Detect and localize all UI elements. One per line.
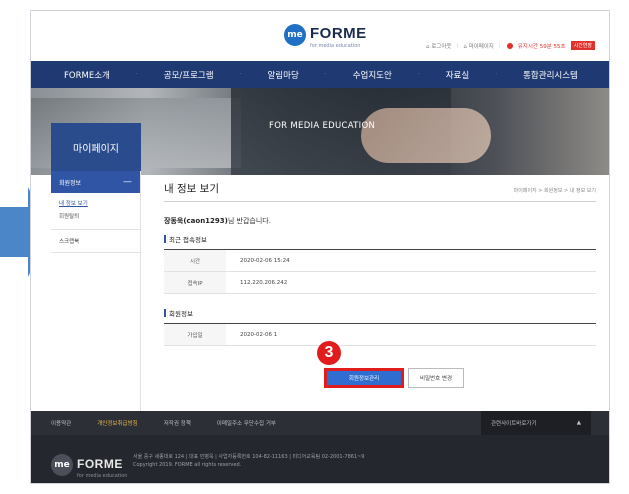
nav-item-admin[interactable]: 통합관리시스템 <box>523 69 578 81</box>
nav-item-notice[interactable]: 알림마당 <box>267 69 298 81</box>
site-header: me FORME for media education ⌂ 로그아웃 | ⌂ … <box>31 11 609 61</box>
table-cell: 2020-02-06 15:24 <box>240 257 290 264</box>
table-row: 접속IP 112.220.206.242 <box>164 272 596 294</box>
footer-links-bar: 이용약관 개인정보취급방침 저작권 정책 이메일주소 무단수집 거부 관련사이트… <box>31 411 609 435</box>
nav-item-lesson-plan[interactable]: 수업지도안 <box>353 69 392 81</box>
logout-link[interactable]: ⌂ 로그아웃 <box>426 42 451 50</box>
breadcrumb: 마이페이지 > 회원정보 > 내 정보 보기 <box>513 188 596 194</box>
page-title: 내 정보 보기 <box>164 183 219 195</box>
family-site-label: 관련사이트바로가기 <box>491 421 537 427</box>
logo-mark-icon: me <box>51 454 73 476</box>
footer: me FORME for media education 서울 중구 세종대로 … <box>31 435 609 483</box>
nav-separator: · <box>239 71 242 78</box>
main-nav: FORME소개 · 공모/프로그램 · 알림마당 · 수업지도안 · 자료실 ·… <box>31 61 609 88</box>
divider: | <box>456 42 459 49</box>
divider: | <box>498 42 501 49</box>
browser-page: me FORME for media education ⌂ 로그아웃 | ⌂ … <box>30 10 610 484</box>
change-password-button[interactable]: 비밀번호 변경 <box>408 368 464 388</box>
hero-title: FOR MEDIA EDUCATION <box>269 121 376 131</box>
button-row: 회원정보관리 비밀번호 변경 <box>324 368 464 388</box>
chevron-up-icon: ▲ <box>576 420 581 426</box>
nav-separator: · <box>135 71 138 78</box>
nav-separator: · <box>324 71 327 78</box>
sidebar: 회원정보 — 내 정보 보기 회원탈퇴 스크랩북 <box>51 171 141 411</box>
table-header-cell: 가입일 <box>164 324 226 345</box>
mypage-heading: 마이페이지 <box>51 123 141 171</box>
greeting-text: 장동욱(caon1293)님 반갑습니다. <box>164 216 271 226</box>
hero-image-hand <box>361 108 491 163</box>
nav-separator: · <box>495 71 498 78</box>
logo-subtitle: for media education <box>310 43 361 49</box>
sidebar-item-member-info[interactable]: 회원정보 — <box>51 171 140 193</box>
table-cell: 112.220.206.242 <box>240 279 288 286</box>
footer-address: 서울 중구 세종대로 124 | 대표 민병욱 | 사업자등록번호 104-82… <box>133 453 364 469</box>
table-header-cell: 접속IP <box>164 272 226 293</box>
table-cell: 2020-02-06 1 <box>240 331 278 338</box>
nav-item-resources[interactable]: 자료실 <box>446 69 469 81</box>
address-line: 서울 중구 세종대로 124 | 대표 민병욱 | 사업자등록번호 104-82… <box>133 454 365 460</box>
family-site-select[interactable]: 관련사이트바로가기 ▲ <box>481 411 591 435</box>
member-info-manage-button[interactable]: 회원정보관리 <box>324 368 404 388</box>
footer-link-privacy[interactable]: 개인정보취급방침 <box>97 419 137 427</box>
footer-logo: me FORME for media education <box>51 453 127 479</box>
user-name: 장동욱(caon1293) <box>164 217 228 225</box>
sidebar-head-label: 회원정보 <box>59 179 82 187</box>
member-info-table: 가입일 2020-02-06 1 <box>164 323 596 346</box>
site-logo[interactable]: me FORME for media education <box>284 23 367 49</box>
session-timer: 유지시간 59분 55초 <box>517 43 566 50</box>
logo-mark-icon: me <box>284 24 306 46</box>
table-row: 시간 2020-02-06 15:24 <box>164 250 596 272</box>
collapse-icon[interactable]: — <box>123 177 132 187</box>
nav-item-program[interactable]: 공모/프로그램 <box>164 69 214 81</box>
sidebar-item-scrapbook[interactable]: 스크랩북 <box>51 230 140 253</box>
logo-text: FORME <box>77 457 123 471</box>
section-title-member-info: 회원정보 <box>164 308 193 318</box>
recent-access-table: 시간 2020-02-06 15:24 접속IP 112.220.206.242 <box>164 249 596 294</box>
extend-session-button[interactable]: 시간연장 <box>570 41 595 50</box>
mypage-link[interactable]: ⌂ 마이페이지 <box>463 42 494 50</box>
sidebar-item-withdraw[interactable]: 회원탈퇴 <box>59 212 132 220</box>
logo-subtitle: for media education <box>77 473 128 479</box>
table-header-cell: 시간 <box>164 250 226 271</box>
divider <box>164 201 596 202</box>
section-title-recent-access: 최근 접속정보 <box>164 234 207 244</box>
nav-item-about[interactable]: FORME소개 <box>64 69 110 81</box>
footer-link-terms[interactable]: 이용약관 <box>51 419 71 427</box>
footer-link-email-policy[interactable]: 이메일주소 무단수집 거부 <box>217 419 276 427</box>
clock-icon <box>506 42 513 49</box>
utility-links: ⌂ 로그아웃 | ⌂ 마이페이지 | 유지시간 59분 55초 시간연장 <box>421 41 595 50</box>
sidebar-submenu: 내 정보 보기 회원탈퇴 <box>51 193 140 230</box>
copyright-line: Copyright 2019. FORME all rights reserve… <box>133 462 242 468</box>
table-row: 가입일 2020-02-06 1 <box>164 324 596 346</box>
sidebar-item-my-info[interactable]: 내 정보 보기 <box>59 199 132 207</box>
nav-separator: · <box>417 71 420 78</box>
logo-text: FORME <box>310 25 367 42</box>
footer-link-copyright[interactable]: 저작권 정책 <box>164 419 191 427</box>
step-number-badge: 3 <box>317 341 341 365</box>
greeting-suffix: 님 반갑습니다. <box>227 217 271 225</box>
